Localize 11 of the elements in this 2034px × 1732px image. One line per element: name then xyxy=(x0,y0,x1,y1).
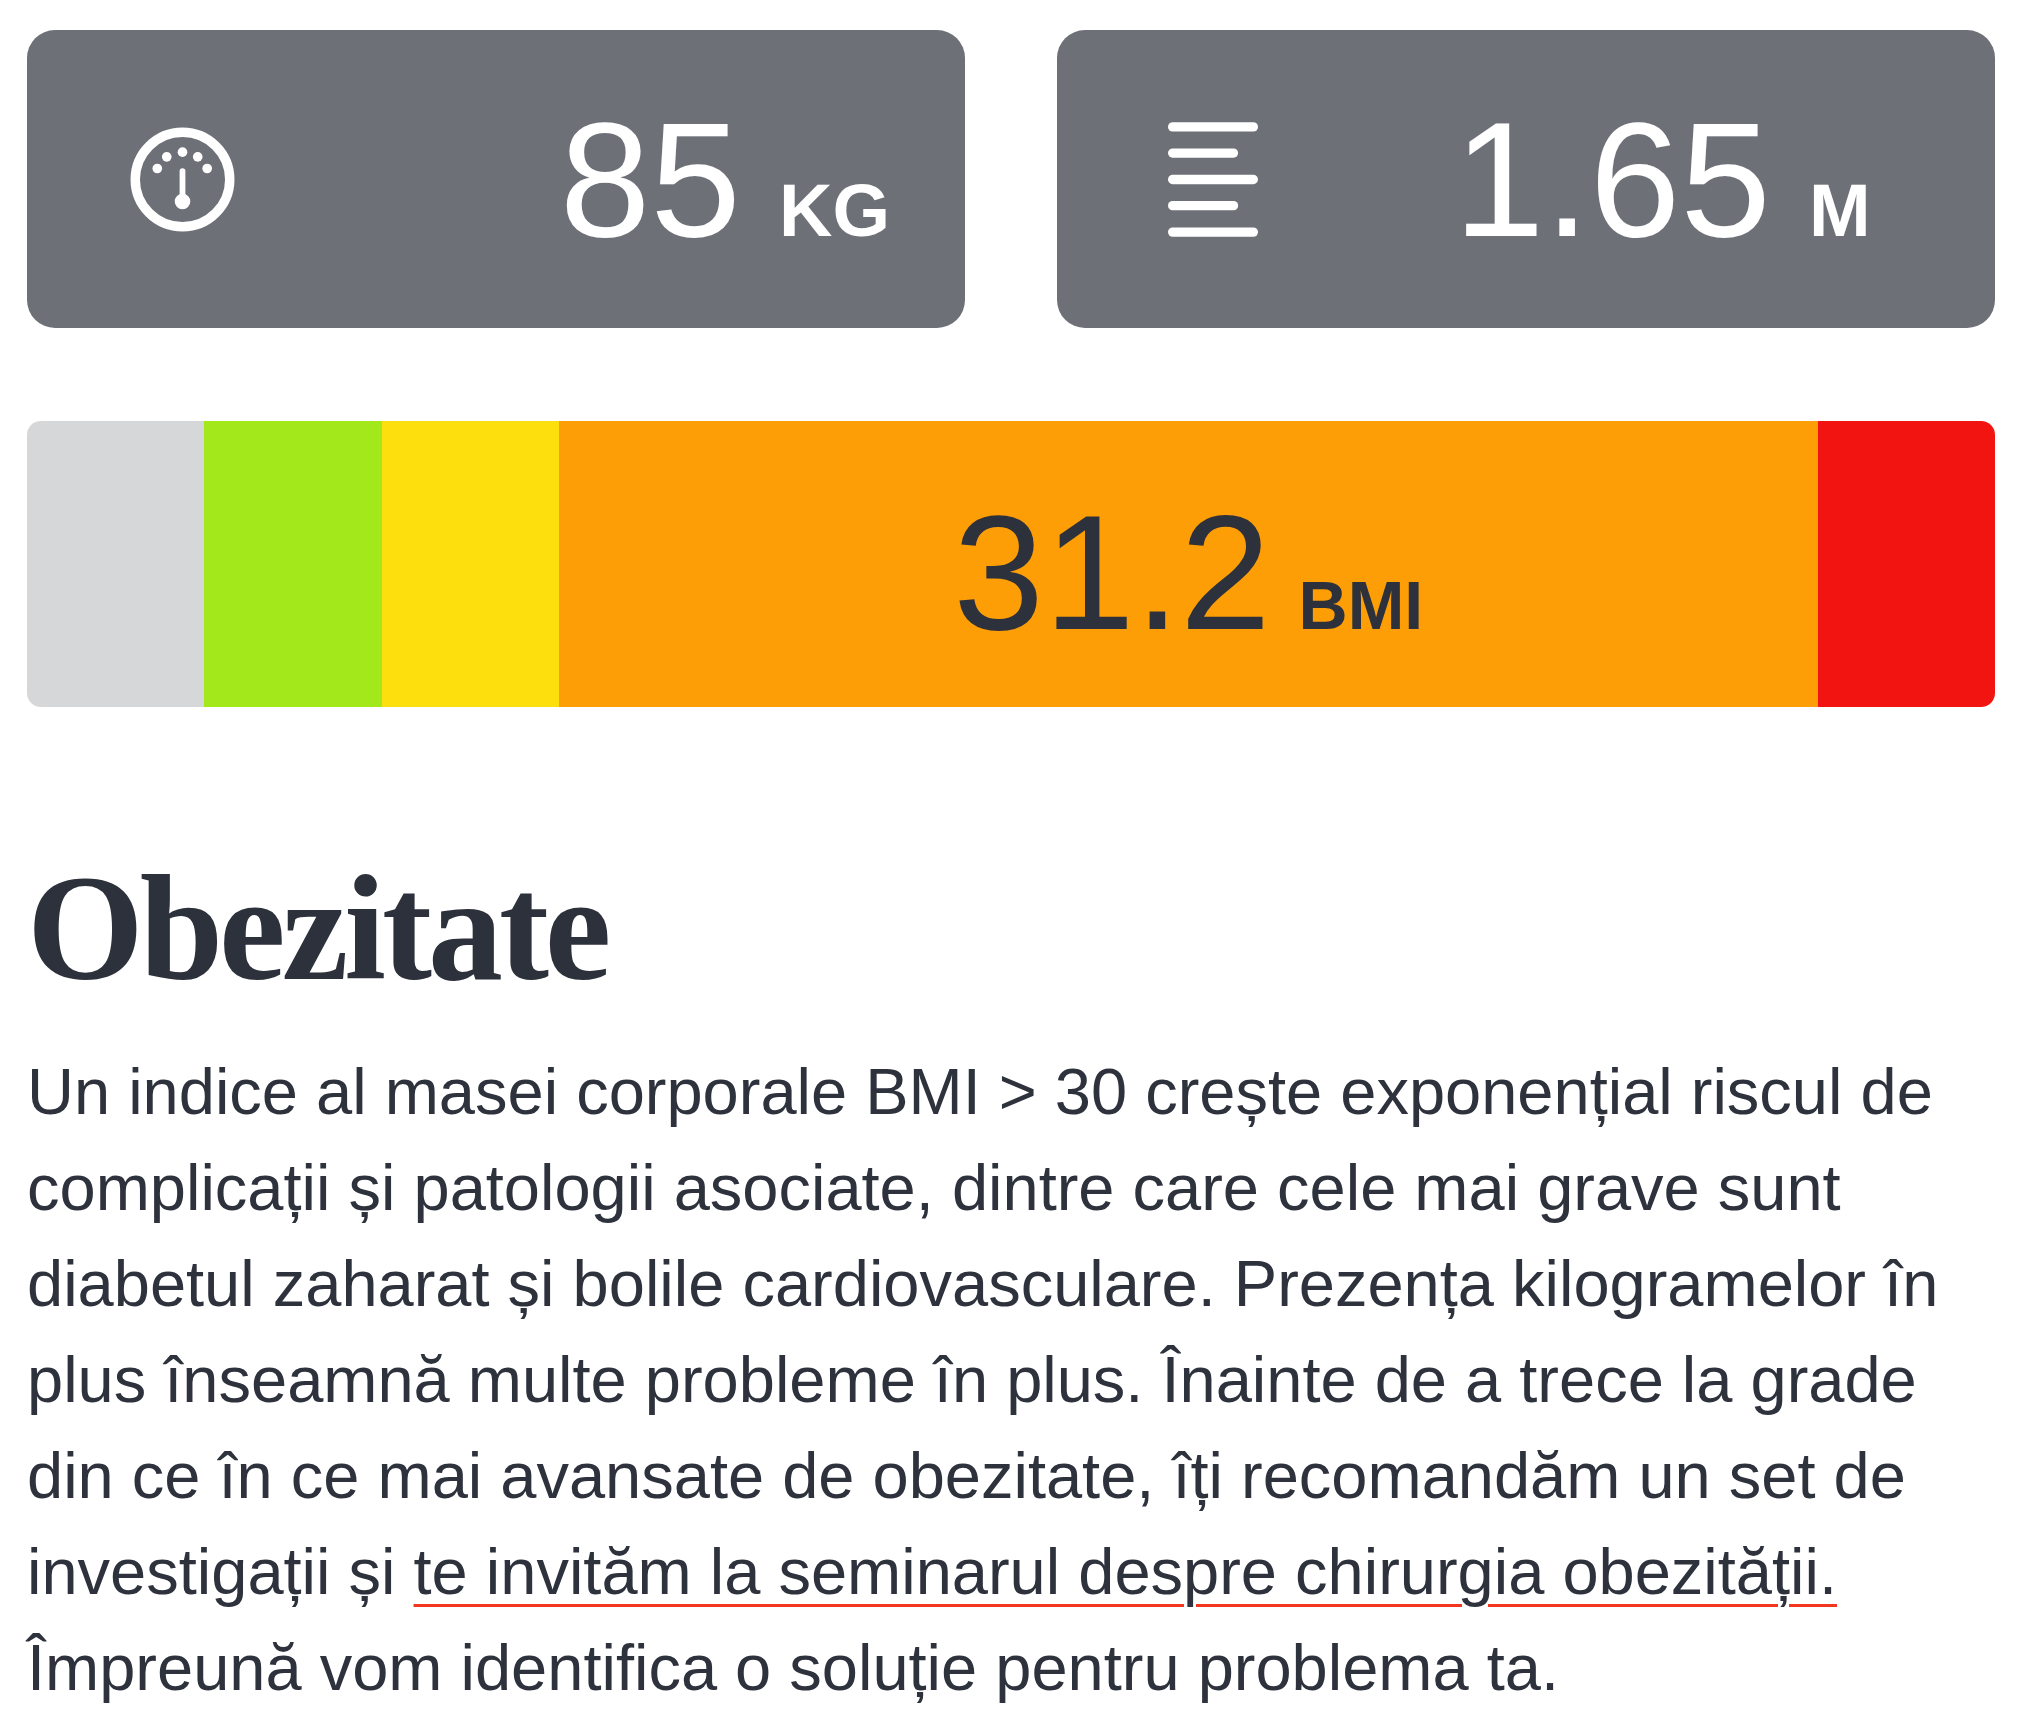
unit-label: KG xyxy=(779,173,890,248)
unit-label: M xyxy=(1809,173,1871,248)
body-paragraph: Un indice al masei corporale BMI > 30 crește exponențial riscul de complicații și patologii asociate, dintre care cele mai grave sunt diabetul zaharat și bolile cardiovasculare. Prezența kilogramelor în plus înseamnă multe probleme în plus. Înainte de a trece la grade din ce în ce mai avansate de obezitate, îți recomandăm un set de investigații și te invităm la seminarul despre chirurgia obezității. Împreună vom identifica o soluție pentru problema ta. xyxy=(27,1054,1940,1706)
measurement-value: 1.65 xyxy=(1453,97,1771,261)
gauge-icon xyxy=(130,126,235,232)
bmi-unit: BMI xyxy=(1298,570,1424,639)
seminar-link[interactable]: te invităm la seminarul despre chirurgia obezității. xyxy=(413,1535,1837,1608)
measurement-value: 85 xyxy=(559,97,741,261)
ruler-icon xyxy=(1167,121,1258,237)
section-heading: Obezitate xyxy=(27,853,608,1003)
bmi-value: 31.2 xyxy=(953,490,1271,654)
